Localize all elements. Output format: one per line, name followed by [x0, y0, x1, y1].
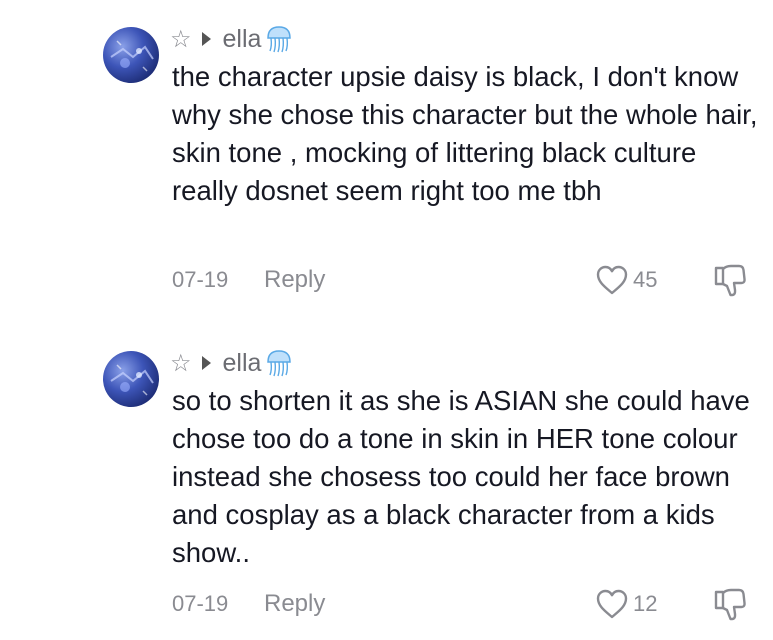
comment-meta: 07-19 Reply — [172, 587, 325, 621]
username[interactable]: ella — [223, 25, 262, 54]
like-count: 45 — [633, 267, 658, 292]
like-button[interactable]: 45 — [595, 260, 657, 300]
comment-header: ☆ ella — [170, 24, 294, 54]
thumbs-down-outline-icon — [714, 264, 746, 297]
dislike-button[interactable] — [713, 586, 747, 627]
comment-meta: 07-19 Reply — [172, 263, 325, 297]
thumbs-down-outline-icon — [714, 588, 746, 621]
reply-button[interactable]: Reply — [264, 266, 325, 294]
comment-text: the character upsie daisy is black, I do… — [172, 61, 758, 206]
reply-button[interactable]: Reply — [264, 590, 325, 618]
avatar[interactable] — [103, 27, 159, 83]
comment-date: 07-19 — [172, 267, 229, 292]
comment-text: so to shorten it as she is ASIAN she cou… — [172, 385, 750, 568]
star-outline-icon[interactable]: ☆ — [170, 27, 192, 51]
comment-header: ☆ ella — [170, 348, 294, 378]
play-arrow-icon — [201, 356, 211, 370]
heart-outline-icon — [596, 265, 628, 295]
play-arrow-icon — [201, 32, 211, 46]
jellyfish-emoji-icon — [267, 350, 292, 377]
jellyfish-emoji-icon — [267, 26, 292, 53]
avatar[interactable] — [103, 351, 159, 407]
star-outline-icon[interactable]: ☆ — [170, 351, 192, 375]
like-button[interactable]: 12 — [595, 584, 657, 624]
like-count: 12 — [633, 591, 658, 616]
username[interactable]: ella — [223, 349, 262, 378]
heart-outline-icon — [596, 589, 628, 619]
dislike-button[interactable] — [713, 262, 747, 303]
comment-date: 07-19 — [172, 591, 229, 616]
